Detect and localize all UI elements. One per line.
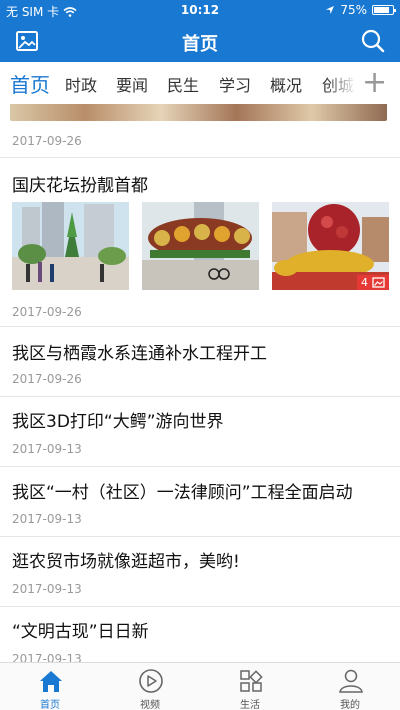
user-icon bbox=[339, 669, 363, 693]
tab-news[interactable]: 要闻 bbox=[116, 72, 148, 96]
item-title: 我区3D打印“大鳄”游向世界 bbox=[12, 412, 224, 432]
tab-home[interactable]: 首页 bbox=[10, 69, 50, 98]
item-date: 2017-09-13 bbox=[12, 582, 82, 596]
list-item[interactable]: 2017-09-26 bbox=[0, 104, 400, 158]
item-date: 2017-09-26 bbox=[12, 372, 82, 386]
tab-politics[interactable]: 时政 bbox=[65, 72, 97, 96]
item-title: “文明古现”日日新 bbox=[12, 622, 149, 642]
photo-icon bbox=[372, 277, 385, 288]
status-bar: 无 SIM 卡 10:12 75% bbox=[0, 0, 400, 20]
tabbar-video[interactable]: 视频 bbox=[100, 663, 200, 710]
tab-study[interactable]: 学习 bbox=[219, 72, 251, 96]
tabbar-label: 首页 bbox=[40, 700, 60, 710]
item-date: 2017-09-13 bbox=[12, 512, 82, 526]
tabbar-mine[interactable]: 我的 bbox=[300, 663, 400, 710]
list-item[interactable]: 逛农贸市场就像逛超市，美哟! 2017-09-13 bbox=[0, 537, 400, 607]
item-date: 2017-09-13 bbox=[12, 442, 82, 456]
photo-count: 4 bbox=[361, 276, 368, 289]
item-date: 2017-09-13 bbox=[12, 652, 82, 662]
apps-icon bbox=[240, 670, 263, 692]
tabbar-home[interactable]: 首页 bbox=[0, 663, 100, 710]
list-item[interactable]: 我区与栖霞水系连通补水工程开工 2017-09-26 bbox=[0, 327, 400, 397]
nav-bar: 首页 bbox=[0, 20, 400, 62]
battery-percent: 75% bbox=[340, 3, 367, 17]
list-item[interactable]: 我区“一村（社区）一法律顾问”工程全面启动 2017-09-13 bbox=[0, 467, 400, 537]
news-photo bbox=[142, 202, 259, 290]
news-photo: 4 bbox=[272, 202, 389, 290]
tabbar-life[interactable]: 生活 bbox=[200, 663, 300, 710]
tabbar-label: 我的 bbox=[340, 700, 360, 710]
play-icon bbox=[139, 669, 163, 693]
item-title: 逛农贸市场就像逛超市，美哟! bbox=[12, 552, 240, 572]
item-title: 国庆花坛扮靓首都 bbox=[12, 176, 148, 196]
item-date: 2017-09-26 bbox=[12, 134, 82, 148]
tab-overview[interactable]: 概况 bbox=[270, 72, 302, 96]
location-icon bbox=[326, 6, 335, 14]
home-icon bbox=[40, 671, 62, 692]
page-title: 首页 bbox=[182, 34, 218, 55]
tabs-fade bbox=[326, 62, 356, 104]
bottom-tab-bar: 首页 视频 生活 我的 bbox=[0, 662, 400, 710]
tabbar-label: 视频 bbox=[140, 700, 160, 710]
channel-tabs: 首页 时政 要闻 民生 学习 概况 创城 + bbox=[0, 62, 400, 104]
news-photo bbox=[12, 202, 129, 290]
tabbar-label: 生活 bbox=[240, 700, 260, 710]
search-icon[interactable] bbox=[360, 28, 386, 54]
add-tab-icon[interactable]: + bbox=[362, 68, 387, 98]
item-date: 2017-09-26 bbox=[12, 305, 82, 319]
battery-icon bbox=[372, 5, 396, 15]
photo-count-badge: 4 bbox=[357, 275, 389, 290]
item-title: 我区与栖霞水系连通补水工程开工 bbox=[12, 344, 267, 364]
item-title: 我区“一村（社区）一法律顾问”工程全面启动 bbox=[12, 483, 353, 503]
list-item[interactable]: 我区3D打印“大鳄”游向世界 2017-09-13 bbox=[0, 397, 400, 467]
news-feed: 2017-09-26 国庆花坛扮靓首都 4 2017-09-26 我区与栖霞水系… bbox=[0, 104, 400, 662]
list-item[interactable]: “文明古现”日日新 2017-09-13 bbox=[0, 607, 400, 662]
status-right: 75% bbox=[325, 3, 396, 17]
tab-livelihood[interactable]: 民生 bbox=[167, 72, 199, 96]
list-item[interactable]: 国庆花坛扮靓首都 4 2017-09-26 bbox=[0, 158, 400, 327]
